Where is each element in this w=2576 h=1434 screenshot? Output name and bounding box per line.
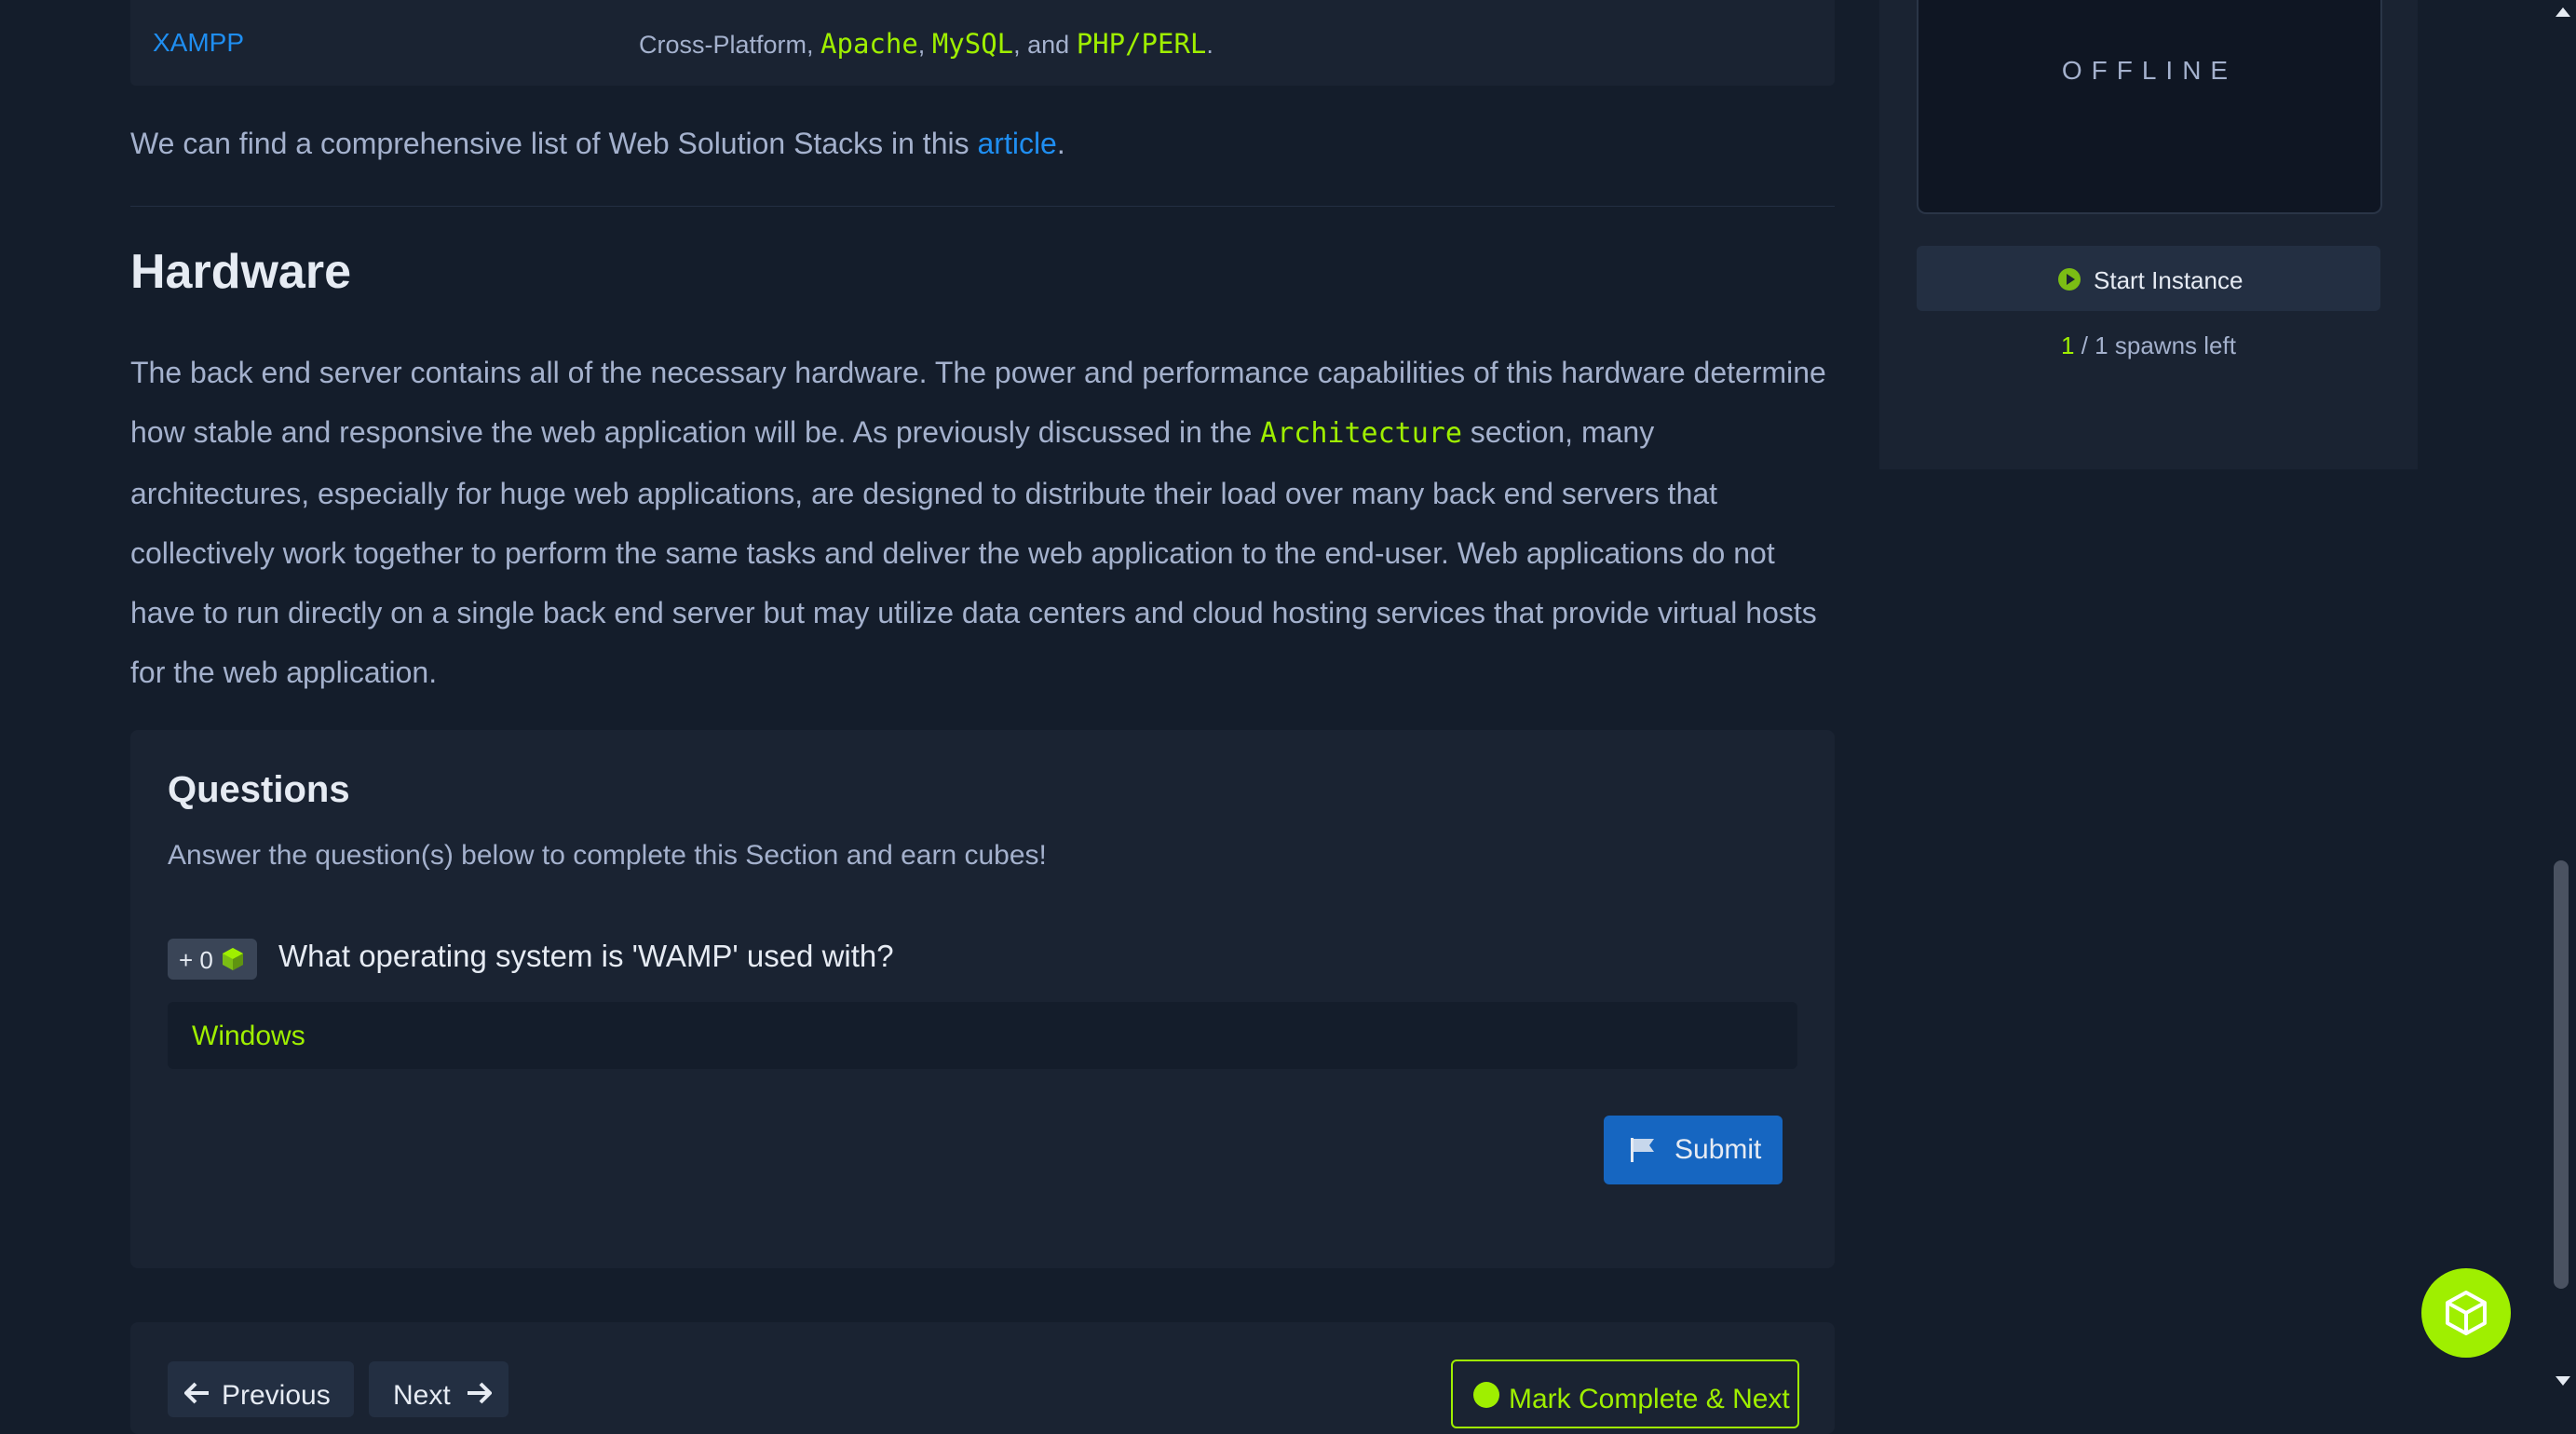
code-mysql: MySQL: [931, 28, 1014, 60]
arrow-right-icon: [468, 1382, 492, 1404]
question-text: What operating system is 'WAMP' used wit…: [278, 939, 894, 973]
section-navigation: Previous Next Mark Complete & Next: [130, 1322, 1835, 1434]
code-php-perl: PHP/PERL: [1076, 28, 1207, 60]
questions-title: Questions: [168, 769, 350, 810]
cube-assistant-button[interactable]: [2421, 1268, 2511, 1358]
article-link[interactable]: article: [977, 127, 1056, 160]
next-button[interactable]: Next: [369, 1361, 508, 1417]
answer-value: Windows: [192, 1021, 305, 1051]
flag-icon: [1631, 1138, 1654, 1162]
instance-status: OFFLINE: [2061, 56, 2238, 85]
hardware-paragraph: The back end server contains all of the …: [130, 356, 1826, 689]
play-icon: [2058, 268, 2081, 291]
previous-button[interactable]: Previous: [168, 1361, 354, 1417]
start-instance-button[interactable]: Start Instance: [1917, 246, 2380, 311]
spawns-left: 1 / 1 spawns left: [2061, 331, 2236, 359]
scroll-up-arrow-icon[interactable]: [2556, 7, 2570, 17]
cube-icon: [223, 948, 243, 970]
questions-card: Questions Answer the question(s) below t…: [130, 730, 1835, 1268]
table-row: XAMPP Cross-Platform, Apache, MySQL, and…: [130, 0, 1835, 86]
stack-description: Cross-Platform, Apache, MySQL, and PHP/P…: [639, 28, 1213, 60]
code-apache: Apache: [820, 28, 918, 60]
section-heading: Hardware: [130, 245, 351, 299]
instance-screen: OFFLINE: [1917, 0, 2382, 214]
scrollbar-thumb[interactable]: [2554, 860, 2569, 1289]
cube-outline-icon: [2446, 1291, 2487, 1335]
answer-field[interactable]: Windows: [168, 1002, 1797, 1069]
cube-reward-badge: + 0: [168, 939, 257, 980]
instance-panel: OFFLINE Start Instance 1 / 1 spawns left: [1879, 0, 2418, 469]
stack-name-link[interactable]: XAMPP: [153, 28, 244, 58]
questions-subtitle: Answer the question(s) below to complete…: [168, 840, 1047, 871]
divider: [130, 206, 1835, 207]
check-circle-icon: [1473, 1382, 1499, 1408]
mark-complete-button[interactable]: Mark Complete & Next: [1451, 1360, 1799, 1428]
article-reference: We can find a comprehensive list of Web …: [130, 127, 1065, 160]
code-architecture: Architecture: [1260, 417, 1462, 450]
scroll-down-arrow-icon[interactable]: [2556, 1376, 2570, 1386]
arrow-left-icon: [184, 1382, 209, 1404]
submit-button[interactable]: Submit: [1604, 1116, 1783, 1184]
